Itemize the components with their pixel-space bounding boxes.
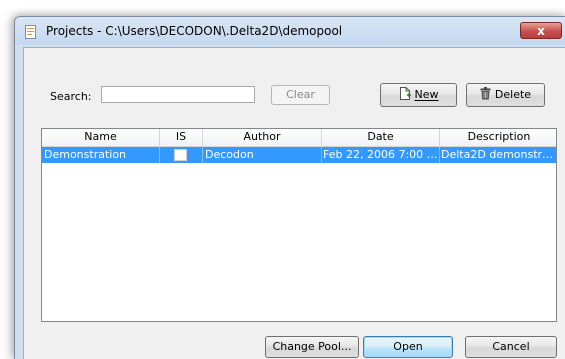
clear-button[interactable]: Clear xyxy=(271,85,330,105)
delete-button-label: Delete xyxy=(494,88,532,101)
search-input[interactable] xyxy=(101,86,255,103)
cell-name: Demonstration xyxy=(42,147,160,163)
dialog-client-area: Search: Clear New Delete Name IS Author … xyxy=(23,47,565,359)
change-pool-button[interactable]: Change Pool... xyxy=(265,336,359,358)
title-bar[interactable]: Projects - C:\Users\DECODON\.Delta2D\dem… xyxy=(15,17,565,45)
delete-button[interactable]: Delete xyxy=(466,83,545,107)
table-header: Name IS Author Date Description xyxy=(42,129,556,147)
cell-author: Decodon xyxy=(203,147,322,163)
clear-button-label: Clear xyxy=(286,88,315,101)
open-button[interactable]: Open xyxy=(363,336,453,358)
is-checkbox[interactable] xyxy=(174,149,187,161)
cancel-button-label: Cancel xyxy=(492,340,530,353)
open-button-label: Open xyxy=(393,340,423,353)
window-title: Projects - C:\Users\DECODON\.Delta2D\dem… xyxy=(46,24,343,38)
new-document-icon xyxy=(399,87,411,100)
cell-description: Delta2D demonstra... xyxy=(441,148,557,161)
cancel-button[interactable]: Cancel xyxy=(465,336,557,358)
new-button-label: New xyxy=(414,88,439,101)
search-label: Search: xyxy=(50,90,92,103)
column-header-name[interactable]: Name xyxy=(42,129,160,146)
change-pool-button-label: Change Pool... xyxy=(272,340,352,353)
column-header-date[interactable]: Date xyxy=(322,129,440,146)
project-icon xyxy=(25,25,36,39)
cell-is xyxy=(160,147,203,163)
projects-dialog: Projects - C:\Users\DECODON\.Delta2D\dem… xyxy=(14,16,565,359)
column-header-description[interactable]: Description xyxy=(440,129,556,146)
cell-date: Feb 22, 2006 7:00 PM xyxy=(323,147,440,163)
close-button[interactable]: x xyxy=(520,22,562,39)
new-button[interactable]: New xyxy=(380,83,457,107)
table-row[interactable]: Demonstration Decodon Feb 22, 2006 7:00 … xyxy=(42,147,556,163)
column-header-author[interactable]: Author xyxy=(203,129,322,146)
trash-icon xyxy=(480,87,491,100)
projects-table[interactable]: Name IS Author Date Description Demonstr… xyxy=(41,128,557,322)
close-icon: x xyxy=(537,24,545,38)
column-header-is[interactable]: IS xyxy=(160,129,203,146)
